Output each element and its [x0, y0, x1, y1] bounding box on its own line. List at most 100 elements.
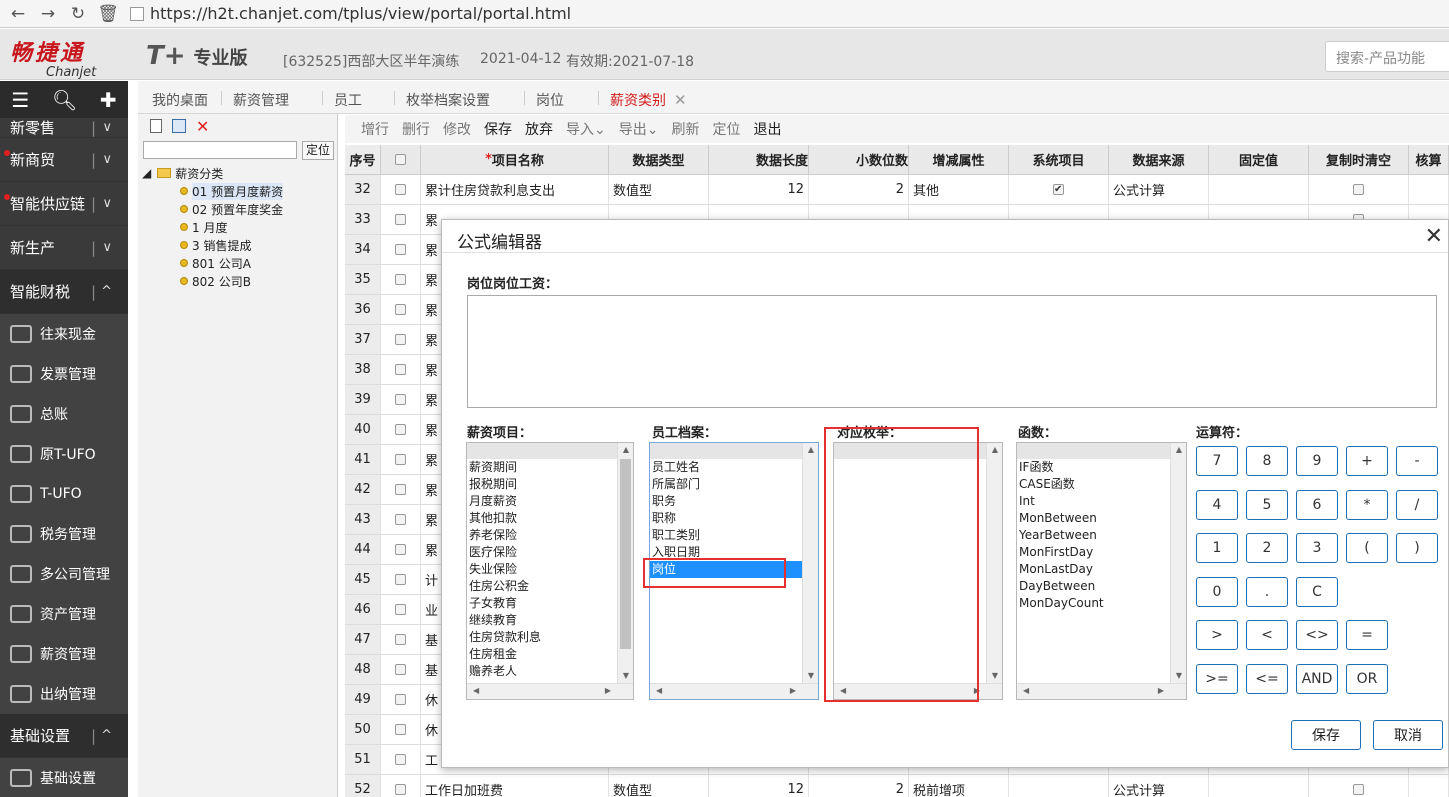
scroll-right-icon[interactable]: ▶: [605, 686, 611, 695]
sidebar-item[interactable]: 总账: [0, 394, 128, 434]
toolbar-button[interactable]: 修改: [443, 119, 471, 139]
list-item[interactable]: 员工姓名: [650, 459, 818, 476]
table-cell[interactable]: [381, 205, 421, 234]
table-cell[interactable]: [1009, 175, 1109, 204]
list-item[interactable]: 子女教育: [467, 595, 633, 612]
column-header[interactable]: 核算: [1409, 145, 1449, 174]
operator-button[interactable]: 8: [1246, 446, 1288, 476]
table-cell[interactable]: 数值型: [609, 775, 709, 797]
list-item[interactable]: 职称: [650, 510, 818, 527]
scroll-down-icon[interactable]: ▼: [987, 669, 1002, 683]
scroll-down-icon[interactable]: ▼: [618, 669, 633, 683]
tree-node[interactable]: 802 公司B: [142, 272, 283, 290]
operator-button[interactable]: 6: [1296, 489, 1338, 520]
list-item[interactable]: MonLastDay: [1017, 561, 1186, 578]
table-cell[interactable]: 累计住房贷款利息支出: [421, 175, 609, 204]
table-cell[interactable]: 34: [345, 235, 381, 264]
close-icon[interactable]: ✕: [1425, 224, 1443, 249]
list-item[interactable]: 报税期间: [467, 476, 633, 493]
scroll-right-icon[interactable]: ▶: [790, 686, 796, 695]
tree-node[interactable]: 801 公司A: [142, 254, 283, 272]
table-cell[interactable]: 45: [345, 565, 381, 594]
sidebar-item[interactable]: 发票管理: [0, 354, 128, 394]
tree-node[interactable]: 01 预置月度薪资: [142, 182, 284, 200]
table-cell[interactable]: 公式计算: [1109, 775, 1209, 797]
back-icon[interactable]: ←: [6, 2, 30, 26]
vertical-scrollbar[interactable]: ▲ ▼: [986, 443, 1002, 683]
tree-node[interactable]: 02 预置年度奖金: [142, 200, 283, 218]
table-cell[interactable]: 46: [345, 595, 381, 624]
operator-button[interactable]: (: [1346, 533, 1388, 563]
operator-button[interactable]: >=: [1196, 663, 1238, 694]
tree-node[interactable]: 1 月度: [142, 218, 283, 236]
list-item[interactable]: 薪资期间: [467, 459, 633, 476]
tab[interactable]: 薪资管理: [233, 90, 289, 110]
list-item[interactable]: Int: [1017, 493, 1186, 510]
list-item[interactable]: MonBetween: [1017, 510, 1186, 527]
tab[interactable]: 岗位: [536, 90, 564, 110]
reload-icon[interactable]: ↻: [66, 2, 90, 26]
list-item[interactable]: 职工类别: [650, 527, 818, 544]
table-cell[interactable]: 12: [709, 175, 809, 204]
select-all-checkbox[interactable]: [395, 154, 406, 165]
horizontal-scrollbar[interactable]: ◀ ▶: [650, 683, 818, 699]
toolbar-button[interactable]: 删行: [402, 119, 430, 139]
operator-button[interactable]: OR: [1346, 663, 1388, 694]
operator-button[interactable]: <=: [1246, 663, 1288, 694]
toolbar-button[interactable]: 导出⌄: [619, 119, 659, 139]
table-cell[interactable]: 36: [345, 295, 381, 324]
row-checkbox[interactable]: [395, 514, 406, 525]
sidebar-item[interactable]: 出纳管理: [0, 674, 128, 714]
operator-button[interactable]: *: [1346, 489, 1388, 520]
column-header[interactable]: 固定值: [1209, 145, 1309, 174]
scroll-left-icon[interactable]: ◀: [656, 686, 662, 695]
table-cell[interactable]: [381, 745, 421, 774]
list-item[interactable]: 住房租金: [467, 646, 633, 663]
table-cell[interactable]: [381, 265, 421, 294]
operator-button[interactable]: C: [1296, 576, 1338, 607]
list-item[interactable]: 其他扣款: [467, 510, 633, 527]
table-cell[interactable]: [381, 595, 421, 624]
operator-button[interactable]: 9: [1296, 446, 1338, 476]
feature-search-input[interactable]: 搜索-产品功能: [1325, 41, 1449, 72]
column-header[interactable]: 数据类型: [609, 145, 709, 174]
operator-button[interactable]: <: [1246, 620, 1288, 650]
list-item[interactable]: 继续教育: [467, 612, 633, 629]
table-cell[interactable]: [381, 625, 421, 654]
operator-button[interactable]: >: [1196, 620, 1238, 650]
row-checkbox[interactable]: [395, 334, 406, 345]
list-item[interactable]: 住房公积金: [467, 578, 633, 595]
tab[interactable]: 员工: [334, 90, 362, 110]
sidebar-item[interactable]: 往来现金: [0, 314, 128, 354]
sidebar-category-basic[interactable]: 基础设置 | ^: [0, 714, 128, 758]
table-cell[interactable]: 12: [709, 775, 809, 797]
row-checkbox[interactable]: [395, 574, 406, 585]
table-cell[interactable]: [381, 385, 421, 414]
list-item[interactable]: 职务: [650, 493, 818, 510]
column-header[interactable]: * 项目名称: [421, 145, 609, 174]
row-checkbox[interactable]: [395, 694, 406, 705]
table-cell[interactable]: [1409, 175, 1449, 204]
table-cell[interactable]: 51: [345, 745, 381, 774]
formula-textarea[interactable]: [467, 295, 1437, 408]
column-header[interactable]: 复制时清空: [1309, 145, 1409, 174]
scroll-left-icon[interactable]: ◀: [1023, 686, 1029, 695]
horizontal-scrollbar[interactable]: ◀ ▶: [1017, 683, 1186, 699]
row-checkbox[interactable]: [395, 244, 406, 255]
table-cell[interactable]: [381, 175, 421, 204]
list-item[interactable]: 月度薪资: [467, 493, 633, 510]
table-cell[interactable]: 工作日加班费: [421, 775, 609, 797]
list-item[interactable]: MonDayCount: [1017, 595, 1186, 612]
column-header[interactable]: 数据来源: [1109, 145, 1209, 174]
table-cell[interactable]: [1309, 775, 1409, 797]
tab[interactable]: 我的桌面: [152, 90, 208, 110]
sidebar-item[interactable]: 多公司管理: [0, 554, 128, 594]
list-item[interactable]: IF函数: [1017, 459, 1186, 476]
sidebar-item[interactable]: 薪资管理: [0, 634, 128, 674]
table-cell[interactable]: 37: [345, 325, 381, 354]
tree-search-input[interactable]: [143, 141, 297, 159]
table-cell[interactable]: 48: [345, 655, 381, 684]
row-checkbox[interactable]: [395, 754, 406, 765]
operator-button[interactable]: -: [1396, 446, 1438, 476]
delete-icon[interactable]: ✕: [196, 117, 209, 136]
